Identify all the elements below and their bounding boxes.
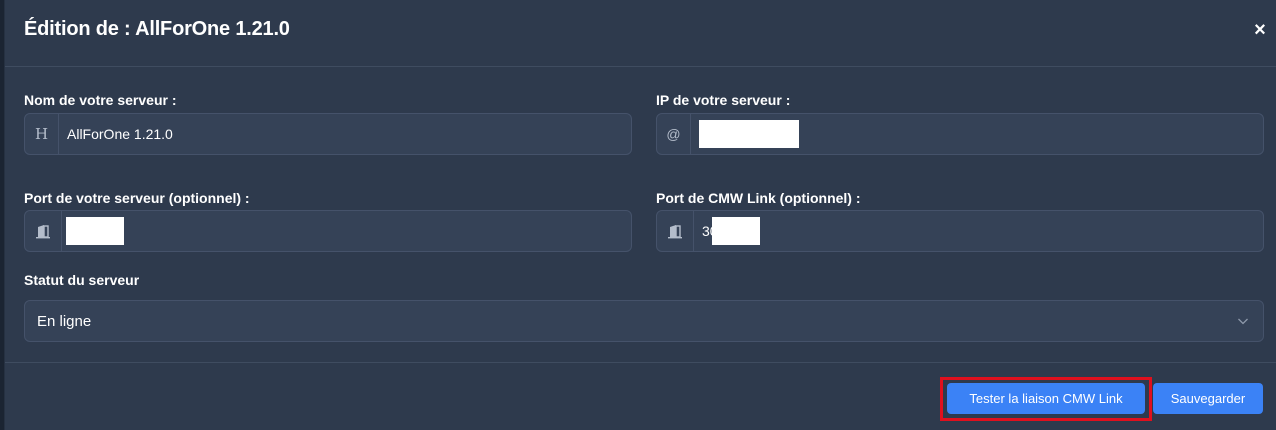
door-icon: [657, 211, 694, 251]
close-button[interactable]: ×: [1249, 19, 1271, 41]
server-ip-input[interactable]: [691, 114, 1263, 154]
server-port-input[interactable]: [62, 211, 631, 251]
chevron-down-icon: [1238, 318, 1248, 325]
save-button[interactable]: Sauvegarder: [1153, 383, 1263, 414]
modal-title: Édition de : AllForOne 1.21.0: [24, 18, 290, 40]
server-port-label: Port de votre serveur (optionnel) :: [24, 190, 250, 206]
redaction-mask: [66, 217, 124, 245]
server-name-input[interactable]: AllForOne 1.21.0: [59, 114, 631, 154]
server-status-label: Statut du serveur: [24, 272, 140, 288]
footer-divider: [5, 362, 1276, 363]
server-name-label: Nom de votre serveur :: [24, 92, 177, 108]
heading-icon: H: [25, 114, 59, 154]
door-icon: [25, 211, 62, 251]
test-cmw-link-button[interactable]: Tester la liaison CMW Link: [947, 383, 1145, 414]
modal-header: Édition de : AllForOne 1.21.0 ×: [5, 0, 1276, 67]
server-ip-label: IP de votre serveur :: [656, 92, 791, 108]
at-sign-icon: @: [657, 114, 691, 154]
server-name-group: H AllForOne 1.21.0: [24, 113, 632, 155]
server-status-select[interactable]: En ligne: [24, 300, 1264, 342]
redaction-mask: [699, 120, 799, 148]
server-port-group: [24, 210, 632, 252]
cmw-port-input[interactable]: 30: [694, 211, 1263, 251]
server-ip-group: @: [656, 113, 1264, 155]
cmw-port-group: 30: [656, 210, 1264, 252]
cmw-port-label: Port de CMW Link (optionnel) :: [656, 190, 861, 206]
edit-server-modal: Édition de : AllForOne 1.21.0 × Nom de v…: [4, 0, 1276, 430]
redaction-mask: [711, 217, 760, 245]
